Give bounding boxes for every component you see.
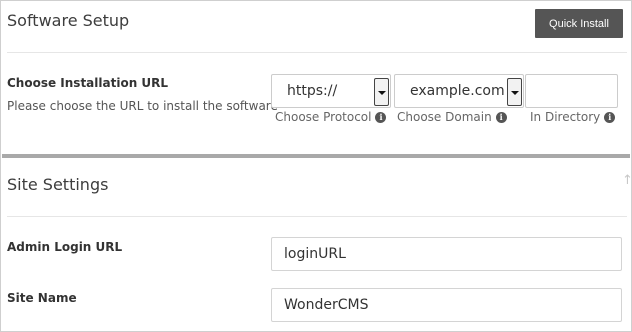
protocol-info-icon[interactable]: i bbox=[375, 111, 387, 123]
protocol-select[interactable]: https:// bbox=[271, 74, 391, 108]
directory-info-icon[interactable]: i bbox=[604, 111, 616, 123]
domain-dropdown-arrow-icon[interactable] bbox=[507, 78, 522, 106]
domain-caption: Choose Domain i bbox=[397, 110, 507, 124]
domain-select[interactable]: example.com bbox=[394, 74, 524, 108]
admin-login-input[interactable]: loginURL bbox=[271, 237, 622, 271]
protocol-dropdown-arrow-icon[interactable] bbox=[374, 78, 389, 106]
directory-input[interactable] bbox=[525, 74, 618, 108]
directory-caption-text: In Directory bbox=[530, 110, 601, 124]
site-settings-title: Site Settings bbox=[7, 175, 109, 194]
collapse-arrow-icon[interactable]: ↑ bbox=[622, 173, 632, 188]
protocol-caption: Choose Protocol i bbox=[275, 110, 387, 124]
directory-caption: In Directory i bbox=[530, 110, 616, 124]
software-setup-title: Software Setup bbox=[7, 11, 130, 30]
domain-info-icon[interactable]: i bbox=[495, 111, 507, 123]
protocol-caption-text: Choose Protocol bbox=[275, 110, 372, 124]
site-name-input[interactable]: WonderCMS bbox=[271, 288, 622, 322]
protocol-value: https:// bbox=[287, 83, 338, 99]
installation-url-label: Choose Installation URL bbox=[7, 76, 169, 90]
section-divider bbox=[2, 154, 630, 158]
installation-url-help: Please choose the URL to install the sof… bbox=[7, 99, 278, 113]
quick-install-button[interactable]: Quick Install bbox=[535, 9, 623, 38]
site-name-label: Site Name bbox=[7, 291, 77, 305]
domain-value: example.com bbox=[410, 83, 505, 99]
header-divider bbox=[7, 52, 627, 53]
site-settings-divider bbox=[7, 216, 627, 217]
domain-caption-text: Choose Domain bbox=[397, 110, 492, 124]
admin-login-label: Admin Login URL bbox=[7, 240, 123, 254]
software-install-panel bbox=[0, 0, 632, 332]
